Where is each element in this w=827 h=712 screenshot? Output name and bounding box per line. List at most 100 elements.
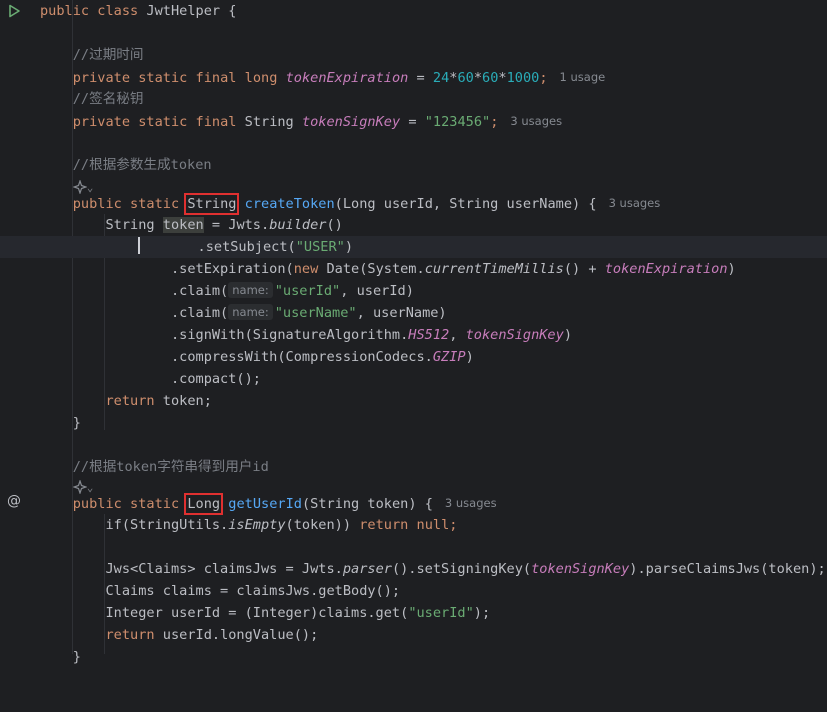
code-text: userId.longValue(); bbox=[154, 627, 319, 643]
code-line[interactable]: } bbox=[0, 412, 827, 434]
keyword: static bbox=[130, 496, 180, 512]
code-text: ) bbox=[727, 261, 736, 277]
code-line[interactable]: · bbox=[0, 132, 827, 154]
method-create-token[interactable]: createToken bbox=[245, 196, 335, 212]
code-text: if(StringUtils. bbox=[105, 517, 229, 533]
field-token-sign-key[interactable]: tokenSignKey bbox=[302, 114, 400, 130]
code-line[interactable]: public static Long getUserId(String toke… bbox=[0, 492, 827, 515]
field-token-expiration[interactable]: tokenExpiration bbox=[286, 70, 409, 86]
usage-count-link[interactable]: 3 usages bbox=[510, 114, 562, 128]
static-method[interactable]: builder bbox=[269, 217, 326, 233]
code-text: ().setSigningKey( bbox=[391, 561, 532, 577]
code-text: ).parseClaimsJws(token); bbox=[629, 561, 826, 577]
operator: * bbox=[498, 70, 507, 86]
static-method[interactable]: isEmpty bbox=[228, 517, 285, 533]
return-type-long-highlighted: Long bbox=[184, 493, 224, 515]
code-line[interactable]: public class JwtHelper { bbox=[0, 0, 827, 22]
code-line[interactable]: Claims claims = claimsJws.getBody(); bbox=[0, 580, 827, 602]
code-line[interactable]: .signWith(SignatureAlgorithm.HS512, toke… bbox=[0, 324, 827, 346]
keyword: public bbox=[40, 3, 90, 19]
code-line[interactable]: String token = Jwts.builder() bbox=[0, 214, 827, 236]
constant: GZIP bbox=[432, 349, 466, 365]
code-line[interactable]: Integer userId = (Integer)claims.get("us… bbox=[0, 602, 827, 624]
code-line[interactable]: return token; bbox=[0, 390, 827, 412]
code-line[interactable]: } bbox=[0, 646, 827, 668]
code-text: , userId) bbox=[340, 283, 414, 299]
comment: //根据参数生成token bbox=[72, 157, 212, 173]
comment: //签名秘钥 bbox=[72, 91, 144, 107]
class-name: JwtHelper { bbox=[146, 3, 237, 19]
code-line[interactable]: if(StringUtils.isEmpty(token)) return nu… bbox=[0, 514, 827, 536]
code-line[interactable]: .compact(); bbox=[0, 368, 827, 390]
code-line[interactable]: public static String createToken(Long us… bbox=[0, 192, 827, 215]
code-line[interactable]: .claim(name: "userName", userName) bbox=[0, 302, 827, 324]
operator: * bbox=[473, 70, 483, 86]
code-line-current[interactable]: .setSubject("USER") bbox=[0, 236, 827, 258]
code-text: .setExpiration( bbox=[170, 261, 294, 277]
code-line[interactable]: //过期时间 bbox=[0, 44, 827, 66]
code-text: String bbox=[105, 217, 163, 233]
usage-count-link[interactable]: 3 usages bbox=[609, 196, 661, 210]
code-line[interactable]: · bbox=[0, 22, 827, 44]
string-literal: "userId" bbox=[408, 605, 474, 621]
usage-count-link[interactable]: 3 usages bbox=[445, 496, 497, 510]
operator: = bbox=[400, 114, 425, 130]
static-method[interactable]: parser bbox=[343, 561, 392, 577]
parameters: (String token) { bbox=[301, 496, 433, 512]
number: 60 bbox=[482, 70, 499, 86]
code-line[interactable]: //根据参数生成token bbox=[0, 154, 827, 176]
code-line[interactable]: .compressWith(CompressionCodecs.GZIP) bbox=[0, 346, 827, 368]
code-text: ); bbox=[473, 605, 491, 621]
code-line[interactable] bbox=[0, 536, 827, 558]
code-line[interactable]: Jws<Claims> claimsJws = Jwts.parser().se… bbox=[0, 558, 827, 580]
code-text: Jws<Claims> claimsJws = Jwts. bbox=[105, 561, 343, 577]
comment: //过期时间 bbox=[72, 47, 144, 63]
code-editor[interactable]: @ public class JwtHelper { · //过期时间 priv… bbox=[0, 0, 827, 665]
parameter-name-hint: name: bbox=[228, 282, 273, 298]
usage-count-link[interactable]: 1 usage bbox=[560, 70, 606, 84]
keyword: private bbox=[72, 70, 131, 86]
code-line[interactable]: private static final long tokenExpiratio… bbox=[0, 66, 827, 88]
code-text: .compact(); bbox=[170, 371, 261, 387]
constant: HS512 bbox=[408, 327, 450, 343]
return-type-string-highlighted: String bbox=[184, 193, 240, 215]
keyword: final bbox=[195, 114, 237, 130]
code-text: (token)) bbox=[285, 517, 360, 533]
code-line[interactable]: //签名秘钥 bbox=[0, 88, 827, 110]
string-literal: "userName" bbox=[274, 305, 357, 321]
string-literal: "userId" bbox=[274, 283, 341, 299]
keyword: static bbox=[138, 70, 188, 86]
number: 1000 bbox=[506, 70, 540, 86]
code-text: Integer userId = (Integer)claims.get( bbox=[105, 605, 409, 621]
code-line[interactable]: · bbox=[0, 434, 827, 456]
code-text: () + bbox=[563, 261, 605, 277]
keyword: static bbox=[138, 114, 188, 130]
code-line[interactable]: //根据token字符串得到用户id bbox=[0, 456, 827, 478]
keyword: return bbox=[105, 393, 155, 409]
code-text: , bbox=[449, 327, 466, 343]
code-line[interactable]: private static final String tokenSignKey… bbox=[0, 110, 827, 132]
keyword: private bbox=[72, 114, 131, 130]
static-method[interactable]: currentTimeMillis bbox=[425, 261, 564, 277]
type-name: String bbox=[244, 114, 294, 130]
closing-brace: } bbox=[72, 649, 81, 665]
field-token-sign-key[interactable]: tokenSignKey bbox=[466, 327, 564, 343]
number: 24 bbox=[432, 70, 450, 86]
code-text: Date(System. bbox=[318, 261, 425, 277]
comment: //根据token字符串得到用户id bbox=[72, 459, 269, 475]
semicolon: ; bbox=[539, 70, 548, 86]
method-get-user-id[interactable]: getUserId bbox=[228, 496, 302, 512]
code-line[interactable]: .claim(name: "userId", userId) bbox=[0, 280, 827, 302]
code-text: .signWith(SignatureAlgorithm. bbox=[170, 327, 409, 343]
keyword: long bbox=[244, 70, 278, 86]
code-line[interactable]: return userId.longValue(); bbox=[0, 624, 827, 646]
code-line[interactable]: .setExpiration(new Date(System.currentTi… bbox=[0, 258, 827, 280]
code-text: .claim( bbox=[170, 305, 229, 321]
field-token-sign-key[interactable]: tokenSignKey bbox=[531, 561, 629, 577]
field-token-expiration[interactable]: tokenExpiration bbox=[605, 261, 728, 277]
code-text: .setSubject( bbox=[197, 239, 296, 255]
variable-token[interactable]: token bbox=[162, 217, 204, 233]
code-text: token; bbox=[154, 393, 212, 409]
text-cursor bbox=[138, 237, 141, 254]
